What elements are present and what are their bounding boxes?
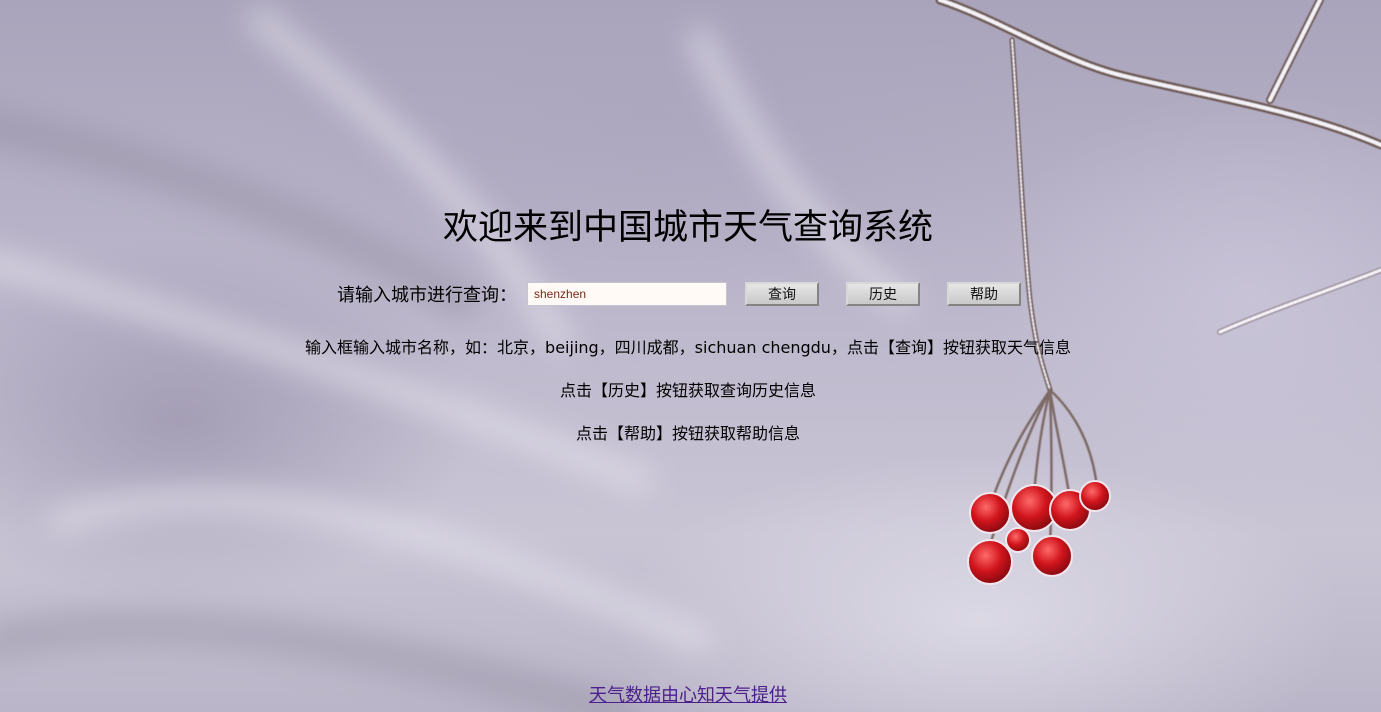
help-button[interactable]: 帮助 (947, 282, 1021, 306)
data-provider-link[interactable]: 天气数据由心知天气提供 (589, 685, 787, 706)
instruction-help: 点击【帮助】按钮获取帮助信息 (575, 424, 800, 443)
footer: 天气数据由心知天气提供 (0, 684, 1376, 708)
city-search-input[interactable] (527, 282, 727, 306)
query-button[interactable]: 查询 (745, 282, 819, 306)
instruction-query: 输入框输入城市名称，如：北京，beijing，四川成都，sichuan chen… (305, 338, 1071, 357)
instruction-history: 点击【历史】按钮获取查询历史信息 (559, 381, 816, 400)
search-form: 请输入城市进行查询： 查询 历史 帮助 (337, 280, 1021, 308)
page-title: 欢迎来到中国城市天气查询系统 (442, 208, 933, 248)
search-label: 请输入城市进行查询： (337, 285, 517, 306)
red-berries (967, 480, 1111, 585)
history-button[interactable]: 历史 (846, 282, 920, 306)
